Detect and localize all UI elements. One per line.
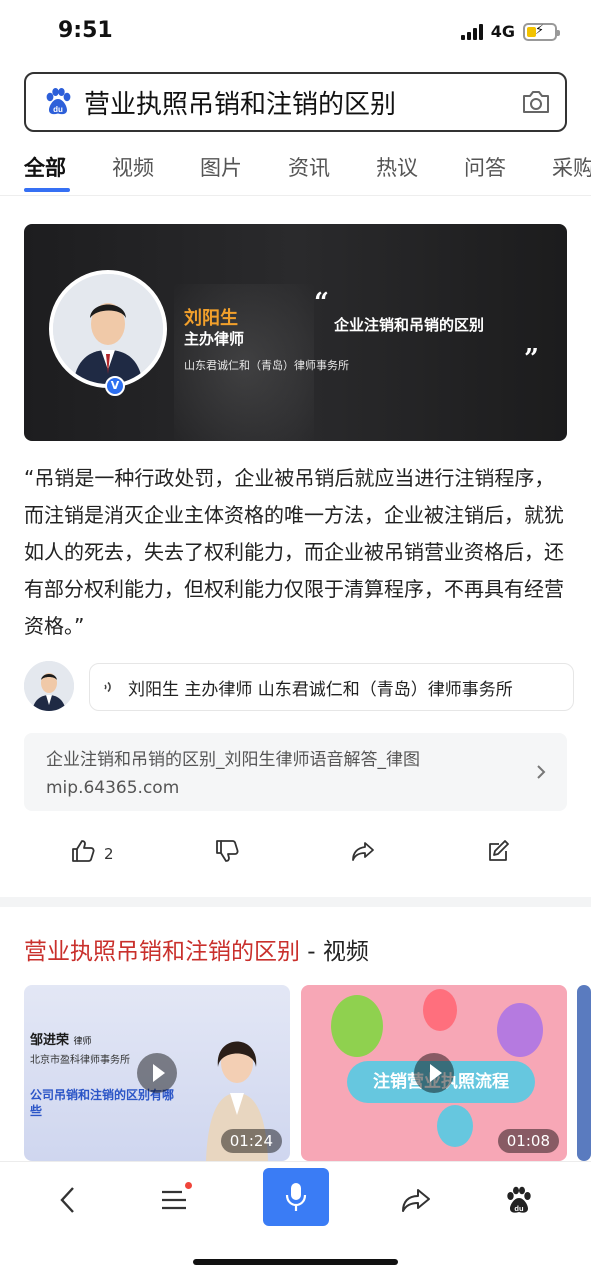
search-tabs: 全部 视频 图片 资讯 热议 问答 采购 [0, 140, 591, 196]
section-divider [0, 897, 591, 907]
share-icon [352, 842, 374, 861]
like-button[interactable]: 2 [70, 838, 114, 864]
video-lawyer-name: 邹进荣 律师 [30, 1033, 92, 1048]
chevron-right-icon [537, 765, 546, 779]
video-section-suffix: - 视频 [300, 939, 369, 965]
lawyer-avatar [49, 270, 167, 388]
author-avatar[interactable] [24, 661, 74, 711]
search-box[interactable]: du 营业执照吊销和注销的区别 [24, 72, 567, 132]
answer-text: “吊销是一种行政处罚，企业被吊销后就应当进行注销程序，而注销是消灭企业主体资格的… [24, 466, 564, 638]
open-quote-mark: “ [314, 288, 329, 318]
thumbs-down-icon [216, 840, 239, 862]
lawyer-answer-banner[interactable]: V 刘阳生 主办律师 山东君诚仁和（青岛）律师事务所 “ 企业注销和吊销的区别 … [24, 224, 567, 441]
source-link-card[interactable]: 企业注销和吊销的区别_刘阳生律师语音解答_律图 mip.64365.com [24, 733, 567, 811]
action-bar: 2 [24, 836, 567, 870]
svg-text:du: du [53, 105, 63, 114]
video-section-query[interactable]: 营业执照吊销和注销的区别 [24, 939, 300, 965]
share-icon [402, 1189, 430, 1212]
close-quote-mark: ” [524, 344, 539, 374]
camera-icon[interactable] [521, 89, 551, 115]
tab-all[interactable]: 全部 [24, 152, 66, 182]
hero-lawyer-role: 主办律师 [184, 330, 245, 348]
tab-images[interactable]: 图片 [200, 152, 242, 182]
active-tab-indicator [24, 188, 70, 192]
like-count: 2 [104, 845, 114, 863]
menu-button[interactable] [152, 1178, 196, 1222]
tab-procurement[interactable]: 采购 [552, 152, 591, 182]
notification-dot [185, 1182, 192, 1189]
home-indicator [193, 1259, 398, 1265]
play-icon[interactable] [414, 1053, 454, 1093]
play-icon[interactable] [137, 1053, 177, 1093]
hero-quote-title: 企业注销和吊销的区别 [334, 316, 485, 334]
network-type: 4G [490, 22, 515, 41]
back-icon [60, 1187, 74, 1213]
microphone-icon [285, 1183, 307, 1211]
video-duration: 01:08 [497, 1129, 559, 1153]
tab-video[interactable]: 视频 [112, 152, 154, 182]
source-url: mip.64365.com [46, 778, 180, 798]
hero-lawyer-name: 刘阳生 [184, 308, 238, 329]
tab-news[interactable]: 资讯 [288, 152, 330, 182]
hero-lawyer-firm: 山东君诚仁和（青岛）律师事务所 [184, 359, 349, 372]
sound-wave-icon [104, 681, 111, 693]
source-title[interactable]: 企业注销和吊销的区别_刘阳生律师语音解答_律图 [46, 745, 496, 770]
verified-badge: V [105, 376, 125, 396]
status-time: 9:51 [58, 18, 113, 43]
thumbs-up-icon [72, 840, 95, 862]
tab-discussion[interactable]: 热议 [376, 152, 418, 182]
baidu-paw-icon: du [46, 88, 71, 115]
status-indicators: 4G ⚡ [460, 22, 560, 41]
baidu-home-button[interactable]: du [497, 1178, 541, 1222]
video-section-title[interactable]: 营业执照吊销和注销的区别 - 视频 [24, 932, 369, 966]
feedback-button[interactable] [486, 838, 512, 864]
search-query[interactable]: 营业执照吊销和注销的区别 [84, 84, 521, 121]
battery-icon: ⚡ [523, 22, 560, 41]
author-row[interactable]: 刘阳生 主办律师 山东君诚仁和（青岛）律师事务所 [24, 661, 574, 713]
signal-icon [460, 23, 483, 40]
video-card[interactable]: 注销营业执照流程 01:08 [301, 985, 567, 1161]
back-button[interactable] [46, 1178, 90, 1222]
menu-icon [162, 1190, 186, 1210]
dislike-button[interactable] [214, 838, 240, 864]
video-duration: 01:24 [220, 1129, 282, 1153]
author-info: 刘阳生 主办律师 山东君诚仁和（青岛）律师事务所 [128, 679, 513, 700]
status-bar: 9:51 4G ⚡ [0, 0, 591, 62]
share-page-button[interactable] [394, 1178, 438, 1222]
video-lawyer-firm: 北京市盈科律师事务所 [30, 1055, 130, 1066]
baidu-paw-icon: du [507, 1186, 531, 1213]
tab-qa[interactable]: 问答 [464, 152, 506, 182]
edit-icon [489, 840, 509, 861]
author-voice-pill[interactable]: 刘阳生 主办律师 山东君诚仁和（青岛）律师事务所 [89, 663, 574, 711]
share-button[interactable] [350, 838, 376, 864]
voice-search-button[interactable] [263, 1168, 329, 1226]
svg-text:du: du [514, 1204, 524, 1213]
video-card[interactable]: 邹进荣 律师 北京市盈科律师事务所 公司吊销和注销的区别有哪些 01:24 [24, 985, 290, 1161]
video-card-partial[interactable] [577, 985, 591, 1161]
